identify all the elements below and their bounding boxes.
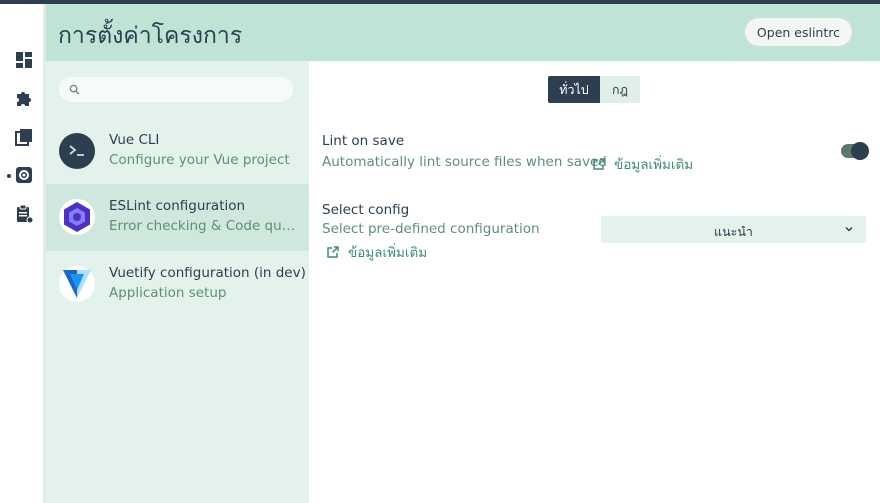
puzzle-icon[interactable] [14, 88, 34, 108]
settings-icon[interactable] [14, 165, 34, 185]
external-link-icon [593, 158, 605, 170]
open-eslintrc-button[interactable]: Open eslintrc [744, 18, 852, 46]
lint-on-save-toggle[interactable] [841, 142, 869, 160]
more-info-label: ข้อมูลเพิ่มเติม [348, 245, 428, 261]
terminal-icon [59, 133, 95, 169]
lint-on-save-more-info-link[interactable]: ข้อมูลเพิ่มเติม [592, 153, 693, 175]
toggle-knob [851, 142, 869, 160]
vuetify-icon [59, 266, 95, 302]
tab-rules[interactable]: กฎ [600, 76, 640, 103]
plugin-description: Configure your Vue project [109, 152, 290, 168]
page-title: การตั้งค่าโครงการ [58, 23, 243, 49]
active-indicator [7, 174, 11, 178]
library-icon[interactable] [14, 127, 34, 147]
external-link-icon [327, 246, 339, 258]
chevron-down-icon [845, 227, 853, 232]
plugin-item-vue-cli[interactable]: Vue CLI Configure your Vue project [46, 118, 309, 185]
config-select-value: แนะนำ [714, 224, 753, 239]
plugin-name: ESLint configuration [109, 198, 246, 214]
eslint-icon [59, 199, 95, 235]
nav-rail [0, 4, 46, 503]
select-config-more-info-link[interactable]: ข้อมูลเพิ่มเติม [326, 241, 427, 263]
select-config-label: Select config [322, 202, 410, 218]
page-header: การตั้งค่าโครงการ Open eslintrc [46, 4, 880, 61]
select-config-description: Select pre-defined configuration [322, 221, 540, 237]
more-info-label: ข้อมูลเพิ่มเติม [614, 157, 694, 173]
plugin-name: Vue CLI [109, 132, 160, 148]
tab-general[interactable]: ทั่วไป [548, 76, 600, 103]
plugin-description: Error checking & Code quality [109, 218, 301, 234]
lint-on-save-description: Automatically lint source files when sav… [322, 154, 607, 170]
plugin-item-vuetify[interactable]: Vuetify configuration (in dev) Applicati… [46, 251, 309, 318]
clipboard-icon[interactable] [14, 204, 34, 224]
plugin-sidebar: Vue CLI Configure your Vue project ESLin… [46, 61, 309, 503]
plugin-description: Application setup [109, 285, 227, 301]
config-select[interactable]: แนะนำ [601, 216, 866, 243]
plugin-name: Vuetify configuration (in dev) [109, 265, 306, 281]
lint-on-save-label: Lint on save [322, 133, 405, 149]
plugin-item-eslint[interactable]: ESLint configuration Error checking & Co… [46, 184, 309, 251]
config-panel: ทั่วไป กฎ Lint on save Automatically lin… [309, 61, 880, 503]
dashboard-icon[interactable] [14, 50, 34, 70]
search-input[interactable] [59, 77, 293, 102]
config-tabs: ทั่วไป กฎ [548, 76, 640, 103]
search-icon [69, 84, 80, 95]
